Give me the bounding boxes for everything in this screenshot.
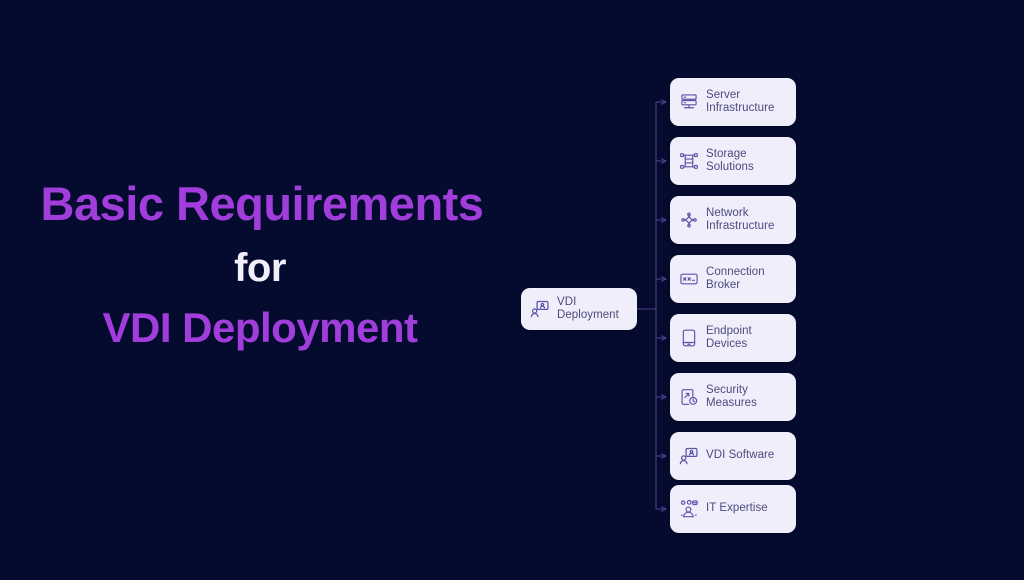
node-label: Connection Broker <box>706 265 765 292</box>
node-label: Network Infrastructure <box>706 206 775 233</box>
connection-card-icon <box>679 269 699 289</box>
title-line-1: Basic Requirements <box>40 177 484 230</box>
node-vdi-deployment[interactable]: VDI Deployment <box>521 288 637 330</box>
node-label: Endpoint Devices <box>706 324 752 351</box>
node-label: Server Infrastructure <box>706 88 775 115</box>
node-label: Security Measures <box>706 383 757 410</box>
vdi-requirements-diagram: VDI Deployment Server Infrastructure Sto… <box>500 60 830 550</box>
node-label: IT Expertise <box>706 502 768 515</box>
node-connection-broker[interactable]: Connection Broker <box>670 255 796 303</box>
storage-network-icon <box>679 151 699 171</box>
node-storage-solutions[interactable]: Storage Solutions <box>670 137 796 185</box>
node-endpoint-devices[interactable]: Endpoint Devices <box>670 314 796 362</box>
tablet-device-icon <box>679 328 699 348</box>
node-server-infrastructure[interactable]: Server Infrastructure <box>670 78 796 126</box>
node-label: Storage Solutions <box>706 147 754 174</box>
node-network-infrastructure[interactable]: Network Infrastructure <box>670 196 796 244</box>
node-label: VDI Deployment <box>557 295 619 322</box>
node-it-expertise[interactable]: IT Expertise <box>670 485 796 533</box>
monitor-user-icon <box>530 299 550 319</box>
server-stack-icon <box>679 92 699 112</box>
title-line-3: VDI Deployment <box>102 303 418 351</box>
network-share-icon <box>679 210 699 230</box>
node-security-measures[interactable]: Security Measures <box>670 373 796 421</box>
document-clock-icon <box>679 387 699 407</box>
slide-canvas: Basic Requirements for VDI Deployment VD… <box>0 0 1024 580</box>
title-line-2: for <box>234 245 286 290</box>
people-group-icon <box>679 499 699 519</box>
node-label: VDI Software <box>706 449 775 462</box>
node-vdi-software[interactable]: VDI Software <box>670 432 796 480</box>
title-block: Basic Requirements for VDI Deployment <box>0 180 520 350</box>
monitor-user-icon <box>679 446 699 466</box>
